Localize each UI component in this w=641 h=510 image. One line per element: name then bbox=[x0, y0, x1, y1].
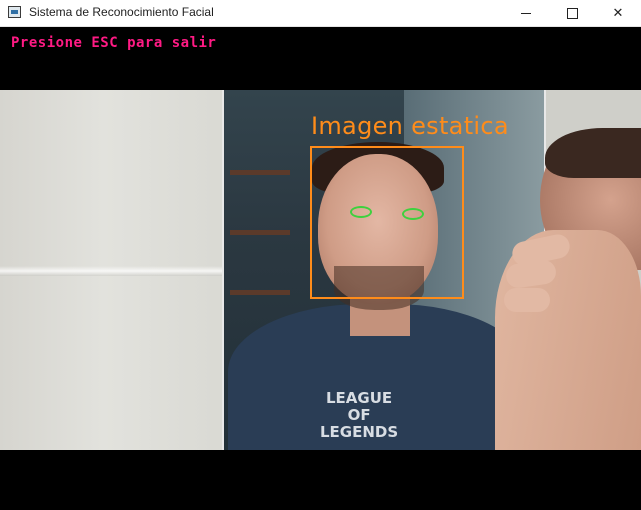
detection-label: Imagen estatica bbox=[311, 112, 509, 140]
minimize-icon bbox=[521, 13, 531, 14]
shelf bbox=[230, 170, 290, 175]
video-canvas: Presione ESC para salir LEAGUE OF LEGENDS bbox=[0, 27, 641, 510]
shirt-logo: LEAGUE OF LEGENDS bbox=[320, 389, 399, 441]
maximize-button[interactable] bbox=[549, 0, 595, 27]
person-hair bbox=[545, 128, 641, 178]
exit-instruction: Presione ESC para salir bbox=[11, 35, 217, 51]
minimize-button[interactable] bbox=[503, 0, 549, 27]
title-bar[interactable]: Sistema de Reconocimiento Facial ✕ bbox=[0, 0, 641, 27]
close-icon: ✕ bbox=[612, 6, 624, 21]
face-detection-box bbox=[310, 146, 464, 299]
maximize-icon bbox=[566, 8, 578, 19]
shelf bbox=[230, 290, 290, 295]
hand-finger bbox=[504, 288, 550, 312]
app-icon bbox=[8, 6, 21, 18]
window-title: Sistema de Reconocimiento Facial bbox=[29, 5, 214, 19]
app-window: Sistema de Reconocimiento Facial ✕ Presi… bbox=[0, 0, 641, 510]
wall-crease bbox=[0, 266, 230, 276]
close-button[interactable]: ✕ bbox=[595, 0, 641, 27]
shelf bbox=[230, 230, 290, 235]
